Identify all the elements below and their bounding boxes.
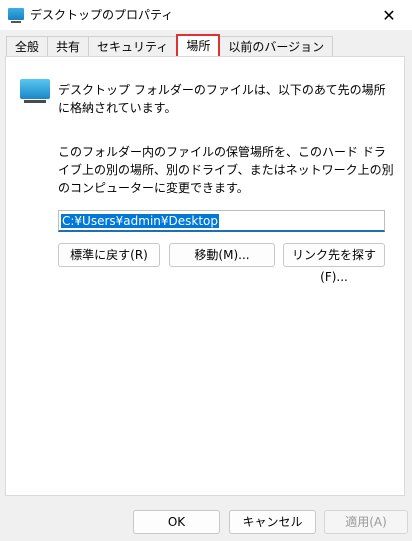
apply-button: 適用(A)	[324, 510, 408, 534]
find-target-button[interactable]: リンク先を探す(F)...	[283, 243, 385, 284]
desktop-folder-icon	[20, 79, 50, 103]
restore-default-button[interactable]: 標準に戻す(R)	[58, 243, 160, 267]
tab-security[interactable]: セキュリティ	[88, 36, 178, 56]
title-bar: デスクトップのプロパティ ✕	[0, 0, 412, 30]
tab-strip: 全般 共有 セキュリティ 場所 以前のバージョン	[6, 34, 334, 58]
move-button[interactable]: 移動(M)...	[169, 243, 275, 267]
tab-previous-versions[interactable]: 以前のバージョン	[219, 36, 334, 56]
ok-button[interactable]: OK	[133, 510, 220, 534]
location-instructions: このフォルダー内のファイルの保管場所を、このハード ドライブ上の別の場所、別のド…	[58, 145, 394, 195]
location-panel: デスクトップ フォルダーのファイルは、以下のあて先の場所に格納されています。 こ…	[5, 56, 405, 496]
window-title: デスクトップのプロパティ	[30, 8, 174, 22]
path-input[interactable]: C:¥Users¥admin¥Desktop	[58, 210, 385, 232]
cancel-button[interactable]: キャンセル	[229, 510, 316, 534]
tab-sharing[interactable]: 共有	[47, 36, 90, 56]
desktop-icon	[8, 8, 24, 23]
tab-location[interactable]: 場所	[176, 34, 221, 56]
path-value[interactable]: C:¥Users¥admin¥Desktop	[61, 214, 220, 228]
close-button[interactable]: ✕	[366, 0, 412, 30]
location-description: デスクトップ フォルダーのファイルは、以下のあて先の場所に格納されています。	[58, 83, 386, 115]
tab-general[interactable]: 全般	[6, 36, 49, 56]
